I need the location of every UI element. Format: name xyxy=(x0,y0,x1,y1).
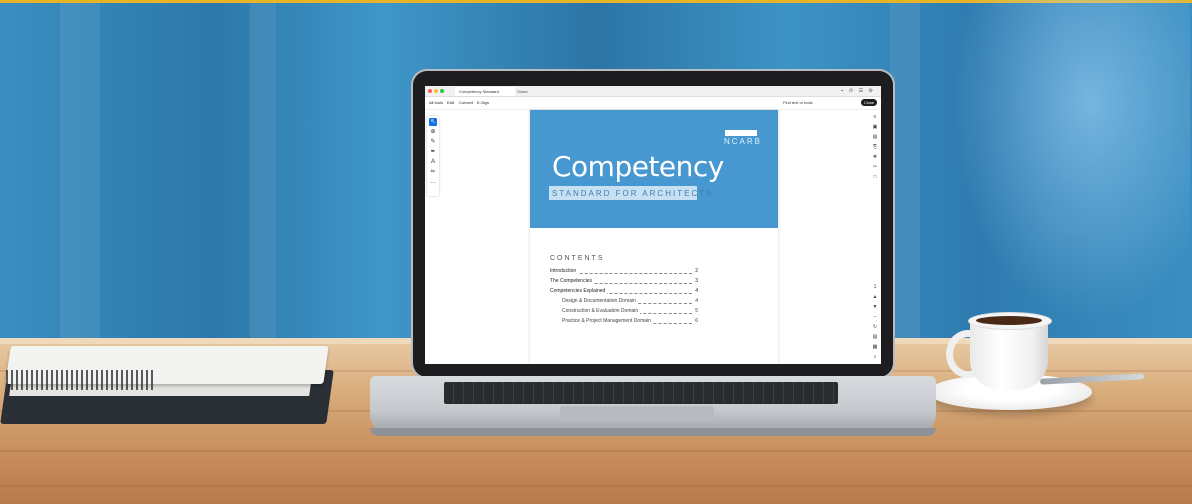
toc-label: Construction & Evaluation Domain xyxy=(562,308,641,314)
notebook-spiral xyxy=(6,370,156,390)
toc-page: 2 xyxy=(695,268,698,274)
window-glow xyxy=(940,0,1190,340)
toc-entry[interactable]: Practice & Project Management Domain 6 xyxy=(562,318,698,326)
toc-entry[interactable]: Introduction 2 xyxy=(550,268,698,276)
maximize-window-icon[interactable] xyxy=(440,89,444,93)
pdf-page: NCARB Competency STANDARD FOR ARCHITECTS… xyxy=(530,110,778,364)
highlight-tool-icon[interactable]: ✏ xyxy=(429,168,437,176)
find-text-search[interactable]: Find text or tools xyxy=(783,100,813,105)
close-button[interactable]: Close xyxy=(861,99,877,106)
laptop-base-front xyxy=(370,428,936,436)
share-button[interactable]: Share xyxy=(517,87,528,96)
bookmark-icon[interactable]: ▤ xyxy=(871,132,879,142)
page-number-box[interactable]: 1 xyxy=(871,282,879,292)
wall-stripe xyxy=(60,3,100,343)
zoom-out-icon[interactable]: – xyxy=(871,312,879,322)
attach-icon[interactable]: ⎘ xyxy=(871,142,879,152)
draw-tool-icon[interactable]: ✒ xyxy=(429,148,437,156)
browser-tab-bar: Competency Standard Share ⌁ ⟳ ☰ ⚙ xyxy=(425,86,881,97)
toc-label: Competencies Explained xyxy=(550,288,608,294)
toc-entry[interactable]: Design & Documentation Domain 4 xyxy=(562,298,698,306)
comment-tool-icon[interactable]: ✎ xyxy=(429,138,437,146)
window-controls-icons[interactable]: ⌁ ⟳ ☰ ⚙ xyxy=(841,87,875,96)
left-tool-panel: ↖ ⊕ ✎ ✒ A ✏ … xyxy=(427,116,439,196)
toc-page: 3 xyxy=(695,278,698,284)
document-title: Competency xyxy=(552,150,724,183)
cover-banner: NCARB Competency STANDARD FOR ARCHITECTS xyxy=(530,110,778,228)
toc-label: Introduction xyxy=(550,268,579,274)
browser-tab[interactable]: Competency Standard xyxy=(455,87,515,96)
minimize-window-icon[interactable] xyxy=(434,89,438,93)
laptop-screen: Competency Standard Share ⌁ ⟳ ☰ ⚙ All to… xyxy=(425,86,881,364)
rotate-icon[interactable]: ↻ xyxy=(871,322,879,332)
brand-bar xyxy=(725,130,757,136)
menu-edit[interactable]: Edit xyxy=(447,100,454,105)
toc-label: Design & Documentation Domain xyxy=(562,298,638,304)
wall-stripe xyxy=(250,3,276,343)
toc-label: Practice & Project Management Domain xyxy=(562,318,653,324)
thumbnail-icon[interactable]: ▣ xyxy=(871,122,879,132)
layers-icon[interactable]: ❖ xyxy=(871,152,879,162)
toc-entry[interactable]: The Competencies 3 xyxy=(550,278,698,286)
search-icon[interactable]: ⌕ xyxy=(871,352,879,362)
toc-entry[interactable]: Competencies Explained 4 xyxy=(550,288,698,296)
select-tool-icon[interactable]: ↖ xyxy=(429,118,437,126)
fit-page-icon[interactable]: ▤ xyxy=(871,332,879,342)
grid-view-icon[interactable]: ▦ xyxy=(871,342,879,352)
tab-title: Competency Standard xyxy=(459,89,499,94)
toc-entry[interactable]: Construction & Evaluation Domain 5 xyxy=(562,308,698,316)
toc-page: 5 xyxy=(695,308,698,314)
menu-esign[interactable]: E-Sign xyxy=(477,100,489,105)
laptop-trackpad xyxy=(560,406,714,420)
text-tool-icon[interactable]: A xyxy=(429,158,437,166)
page-up-icon[interactable]: ▲ xyxy=(871,292,879,302)
page-down-icon[interactable]: ▼ xyxy=(871,302,879,312)
document-subtitle: STANDARD FOR ARCHITECTS xyxy=(552,189,714,198)
coffee xyxy=(976,316,1042,325)
toc-label: The Competencies xyxy=(550,278,594,284)
more-tools-icon[interactable]: … xyxy=(429,178,437,186)
contents-heading: CONTENTS xyxy=(550,255,605,262)
page-icon[interactable]: □ xyxy=(871,172,879,182)
wall-stripe xyxy=(890,3,920,343)
toc-page: 6 xyxy=(695,318,698,324)
toc-page: 4 xyxy=(695,288,698,294)
cut-icon[interactable]: ✂ xyxy=(871,162,879,172)
toc-page: 4 xyxy=(695,298,698,304)
zoom-tool-icon[interactable]: ⊕ xyxy=(429,128,437,136)
menu-convert[interactable]: Convert xyxy=(459,100,473,105)
menu-all-tools[interactable]: All tools xyxy=(429,100,443,105)
close-window-icon[interactable] xyxy=(428,89,432,93)
app-toolbar: All tools Edit Convert E-Sign Find text … xyxy=(425,97,881,110)
right-tool-rail: ≡ ▣ ▤ ⎘ ❖ ✂ □ 1 ▲ ▼ – ↻ ▤ ▦ ⌕ xyxy=(871,112,879,362)
laptop-keyboard xyxy=(444,382,838,404)
brand-logo: NCARB xyxy=(724,137,763,146)
panel-icon[interactable]: ≡ xyxy=(871,112,879,122)
